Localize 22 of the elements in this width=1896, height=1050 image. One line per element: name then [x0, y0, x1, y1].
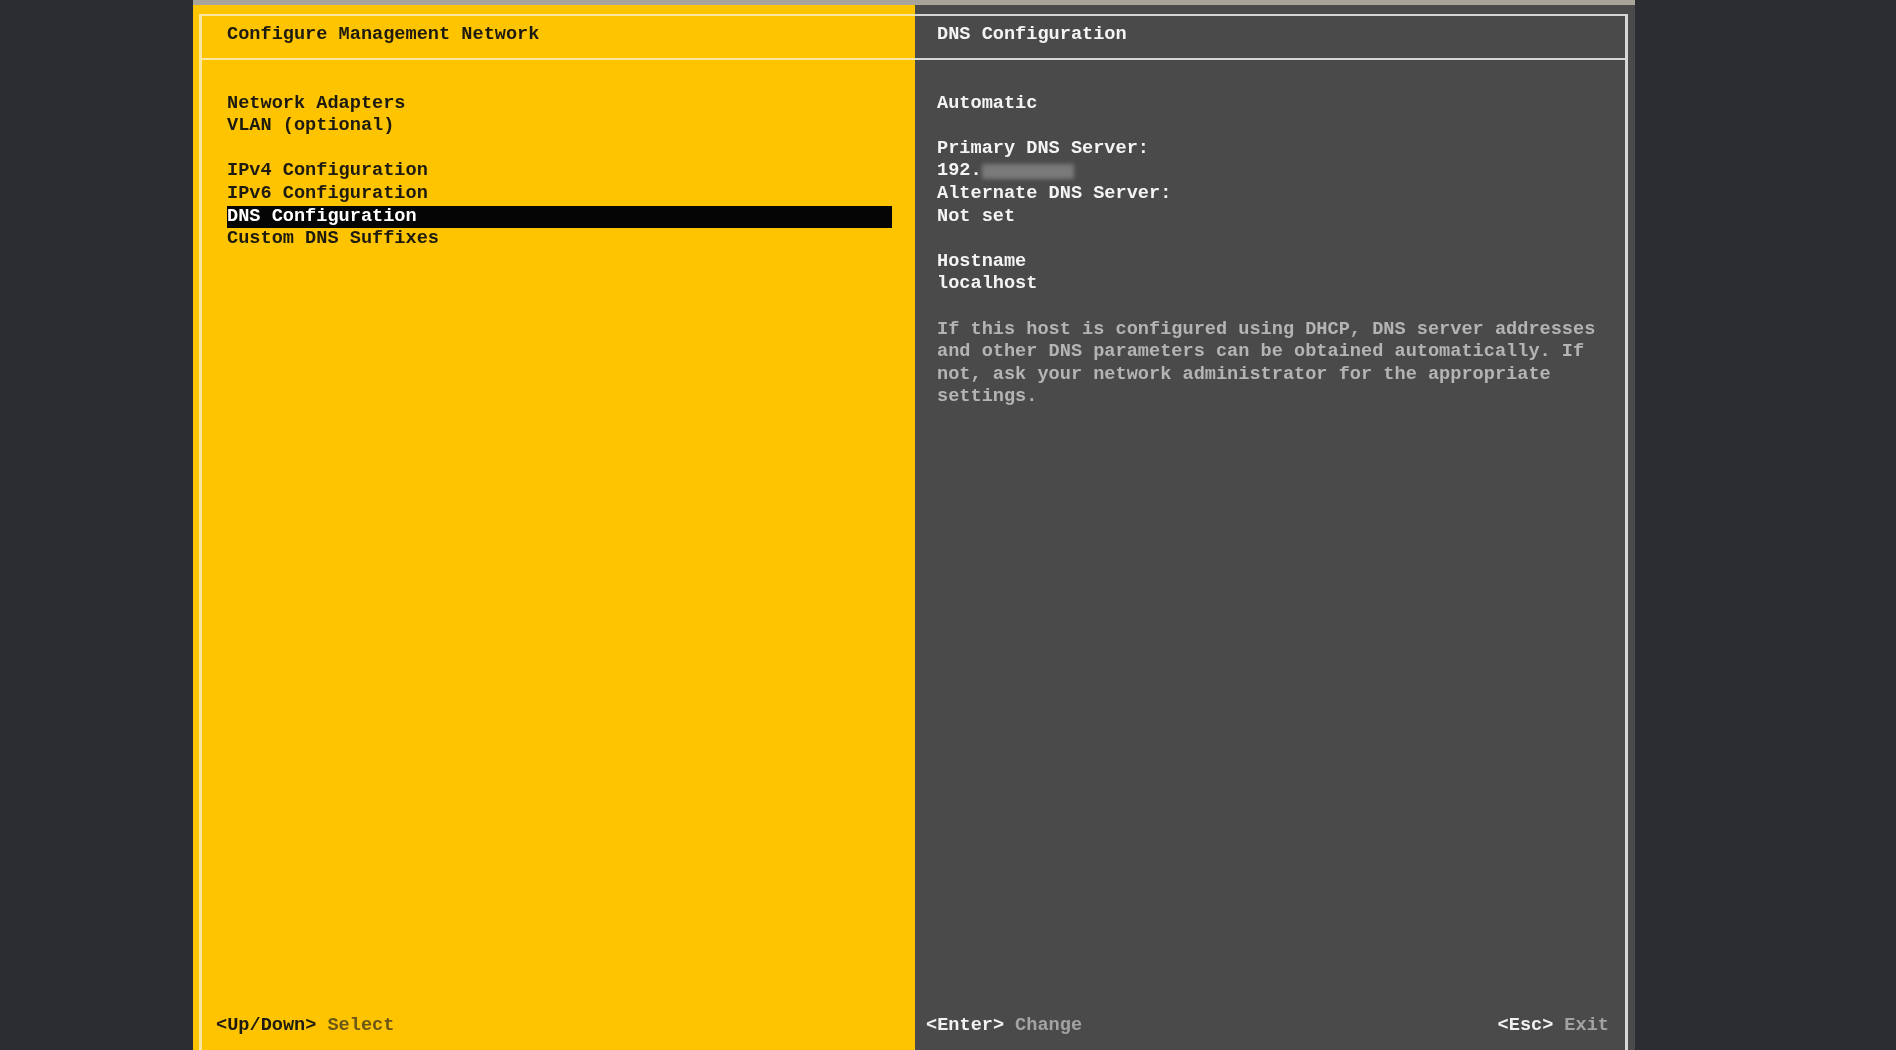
key-hint: <Esc>	[1497, 1014, 1554, 1038]
field-label: Alternate DNS Server:	[937, 182, 1172, 204]
menu-item[interactable]: VLAN (optional)	[227, 115, 892, 138]
key-hint: <Up/Down>	[216, 1014, 317, 1038]
help-text: If this host is configured using DHCP, DNS server addresses and other DNS parameters can be obtained automatically. If not, ask your network administrator for the appropriate settings.	[937, 318, 1597, 409]
panel-title: Configure Management Network	[227, 24, 540, 45]
field-value: Not set	[937, 205, 1016, 229]
field-label: Hostname	[937, 250, 1027, 272]
menu-item[interactable]: DNS Configuration	[227, 205, 892, 229]
menu-item[interactable]: IPv6 Configuration	[227, 182, 892, 206]
menu-item[interactable]: IPv4 Configuration	[227, 160, 892, 183]
key-hint-action: Change	[1015, 1014, 1083, 1038]
menu-item[interactable]: Custom DNS Suffixes	[227, 228, 892, 251]
menu-item[interactable]: Network Adapters	[227, 92, 892, 116]
key-hint: <Enter>	[926, 1014, 1005, 1038]
key-hint-action: Exit	[1564, 1014, 1609, 1038]
dns-mode-text: Automatic	[937, 92, 1038, 114]
field-label: Primary DNS Server:	[937, 137, 1149, 159]
key-hint-action: Select	[327, 1014, 395, 1038]
field-value: 192.	[937, 160, 982, 183]
panel-title: DNS Configuration	[937, 24, 1127, 45]
field-value: localhost	[937, 273, 1038, 295]
